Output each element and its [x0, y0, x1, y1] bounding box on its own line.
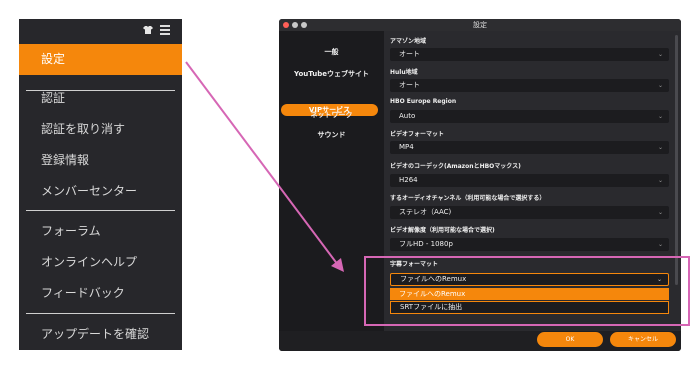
- menu-item-check-update[interactable]: アップデートを確認: [41, 327, 149, 341]
- video-resolution-label: ビデオ解像度（利用可能な場合で選択): [390, 227, 495, 234]
- video-format-select[interactable]: MP4 ⌄: [390, 141, 669, 154]
- window-footer: OK キャンセル: [279, 331, 681, 351]
- amazon-region-select[interactable]: オート ⌄: [390, 48, 669, 61]
- hbo-region-label: HBO Europe Region: [390, 98, 457, 105]
- ok-button[interactable]: OK: [537, 332, 603, 347]
- menu-item-online-help[interactable]: オンラインヘルプ: [41, 255, 137, 269]
- window-titlebar: 設定: [279, 19, 681, 31]
- video-codec-value: H264: [399, 176, 418, 184]
- chevron-down-icon: ⌄: [657, 113, 663, 120]
- chevron-down-icon: ⌄: [657, 51, 663, 58]
- hbo-region-select[interactable]: Auto ⌄: [390, 110, 669, 123]
- audio-channel-label: するオーディオチャンネル（利用可能な場合で選択する）: [390, 195, 546, 202]
- menu-divider: [26, 210, 175, 211]
- nav-item-network[interactable]: ネットワーク: [279, 110, 384, 120]
- menu-item-registration[interactable]: 登録情報: [41, 153, 89, 167]
- menu-divider: [26, 313, 175, 314]
- chevron-down-icon: ⌄: [657, 241, 663, 248]
- chevron-down-icon: ⌄: [657, 209, 663, 216]
- settings-scrollbar[interactable]: [675, 35, 678, 285]
- window-title: 設定: [473, 21, 487, 29]
- menu-topbar: [19, 19, 182, 39]
- hulu-region-select[interactable]: オート ⌄: [390, 79, 669, 92]
- hulu-region-value: オート: [399, 81, 420, 89]
- audio-channel-select[interactable]: ステレオ（AAC) ⌄: [390, 206, 669, 219]
- nav-item-general[interactable]: 一般: [279, 47, 384, 57]
- amazon-region-value: オート: [399, 50, 420, 58]
- video-resolution-select[interactable]: フルHD - 1080p ⌄: [390, 238, 669, 251]
- screenshot-root: 設定 認証 認証を取り消す 登録情報 メンバーセンター フォーラム オンラインヘ…: [0, 0, 700, 376]
- video-format-label: ビデオフォーマット: [390, 131, 445, 138]
- hulu-region-label: Hulu地域: [390, 69, 418, 76]
- audio-channel-value: ステレオ（AAC): [399, 208, 452, 216]
- menu-item-deauth[interactable]: 認証を取り消す: [41, 122, 125, 136]
- video-codec-select[interactable]: H264 ⌄: [390, 174, 669, 187]
- nav-item-youtube[interactable]: YouTubeウェブサイト: [279, 69, 384, 79]
- menu-item-forum[interactable]: フォーラム: [41, 224, 101, 238]
- video-resolution-value: フルHD - 1080p: [399, 240, 453, 248]
- menu-item-settings[interactable]: 設定: [19, 44, 182, 75]
- video-format-value: MP4: [399, 143, 414, 151]
- chevron-down-icon: ⌄: [657, 82, 663, 89]
- menu-item-feedback[interactable]: フィードバック: [41, 286, 125, 300]
- chevron-down-icon: ⌄: [657, 177, 663, 184]
- hamburger-icon[interactable]: [160, 25, 170, 35]
- menu-item-member-center[interactable]: メンバーセンター: [41, 184, 137, 198]
- shirt-icon[interactable]: [143, 25, 153, 35]
- chevron-down-icon: ⌄: [657, 144, 663, 151]
- hbo-region-value: Auto: [399, 112, 416, 120]
- menu-item-auth[interactable]: 認証: [41, 91, 65, 105]
- cancel-button[interactable]: キャンセル: [610, 332, 676, 347]
- video-codec-label: ビデオのコーデック(AmazonとHBOマックス): [390, 163, 521, 170]
- app-menu: 設定 認証 認証を取り消す 登録情報 メンバーセンター フォーラム オンラインヘ…: [19, 19, 182, 350]
- amazon-region-label: アマゾン地域: [390, 38, 427, 45]
- nav-item-sound[interactable]: サウンド: [279, 130, 384, 140]
- highlight-box: [364, 256, 690, 326]
